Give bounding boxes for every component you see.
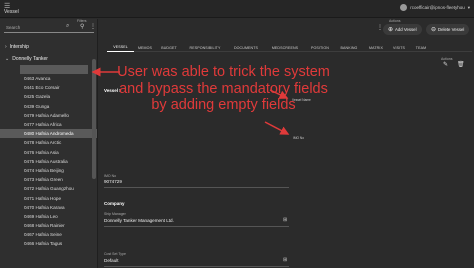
user-name: rcoefficair@ipnos-fleetyhou — [410, 5, 465, 10]
chevron-down-icon: ▾ — [467, 4, 470, 10]
tab-memos[interactable]: MEMOS — [134, 43, 156, 52]
ship-manager-underline — [104, 226, 289, 227]
vessel-tree: › Intership ⌄ Donnelly Tanker 0463 Avanc… — [0, 41, 97, 249]
tree-item[interactable]: 0475 Hafnia Australia — [0, 157, 97, 166]
tree-item[interactable]: 0441 Eco Corsair — [0, 83, 97, 92]
tree-item[interactable]: 0471 Hafnia Hope — [0, 193, 97, 202]
tree-item[interactable]: 0439 Gunga — [0, 102, 97, 111]
tree-item[interactable]: 0467 Hafnia Seine — [0, 230, 97, 239]
tab-banking[interactable]: BANKING — [334, 43, 364, 52]
cost-set-field[interactable]: Default — [104, 258, 119, 263]
ship-manager-field[interactable]: Donnelly Tanker Management Ltd. — [104, 218, 174, 223]
chevron-down-icon: ⌄ — [5, 56, 10, 62]
tab-medscreens[interactable]: MEDSCREENS — [264, 43, 306, 52]
vessel-detail-panel: Actions ⋮ ⊕ Add Vessel ⊖ Delete Vessel V… — [99, 19, 474, 268]
minus-icon: ⊖ — [431, 27, 437, 33]
search-label: Search — [6, 25, 21, 30]
edit-icon[interactable]: ✎ — [443, 61, 448, 68]
search-input[interactable]: Search ⌕ Filters ⚲ ⋮ — [4, 19, 96, 33]
tab-bar: VESSEL MEMOS BUDGET RESPONSIBILITY DOCUMENTS… — [107, 43, 472, 52]
tree-item[interactable]: 0479 Hafnia Adamello — [0, 111, 97, 120]
imo-underline — [104, 187, 289, 188]
add-vessel-label: Add Vessel — [395, 27, 417, 32]
annotation-text: User was able to trick the system and by… — [117, 64, 330, 113]
app-title: Vessel — [4, 9, 19, 15]
tree-group-donnelly-tanker[interactable]: ⌄ Donnelly Tanker — [0, 53, 97, 65]
tree-item[interactable]: 0473 Hafnia Green — [0, 175, 97, 184]
tree-item[interactable]: 0468 Hafnia Rainier — [0, 221, 97, 230]
user-menu[interactable]: rcoefficair@ipnos-fleetyhou ▾ — [400, 4, 470, 11]
tree-item[interactable]: 0474 Hafnia Beijing — [0, 166, 97, 175]
more-options-icon[interactable]: ⋮ — [90, 23, 96, 30]
filter-search-icon[interactable]: ⚲ — [80, 23, 84, 30]
cost-set-label: Cost Set Type — [104, 252, 126, 256]
chevron-right-icon: › — [5, 44, 7, 50]
tree-item[interactable]: 0466 Hafnia Tagus — [0, 239, 97, 248]
actions-label: Actions — [389, 19, 401, 23]
tree-item[interactable]: 0480 Hafnia Andromeda — [0, 129, 97, 139]
tree-item-empty[interactable] — [20, 65, 88, 74]
imo-note: IMO No — [293, 136, 304, 140]
tree-group-label: Intership — [9, 44, 29, 50]
tree-group-intership[interactable]: › Intership — [0, 41, 97, 53]
ship-manager-label: Ship Manager — [104, 212, 126, 216]
tab-budget[interactable]: BUDGET — [156, 43, 182, 52]
tree-item[interactable]: 0477 Hafnia Africa — [0, 120, 97, 129]
tab-position[interactable]: POSITION — [306, 43, 334, 52]
delete-vessel-label: Delete Vessel — [438, 27, 465, 32]
tab-team[interactable]: TEAM — [410, 43, 432, 52]
lookup-icon[interactable]: ⊞ — [283, 257, 287, 263]
scrollbar[interactable] — [92, 59, 96, 179]
imo-field[interactable]: 9074729 — [104, 179, 122, 184]
search-icon[interactable]: ⌕ — [66, 23, 69, 30]
tree-group-label: Donnelly Tanker — [12, 56, 48, 62]
tree-item[interactable]: 0476 Hafnia Asia — [0, 148, 97, 157]
tree-item[interactable]: 0472 Hafnia Guangzhou — [0, 184, 97, 193]
tab-matrix[interactable]: MATRIX — [364, 43, 388, 52]
tree-item[interactable]: 0463 Avanca — [0, 74, 97, 83]
tree-item[interactable]: 0478 Hafnia Arctic — [0, 138, 97, 147]
tree-item[interactable]: 0469 Hafnia Leo — [0, 212, 97, 221]
vessel-tree-panel: Search ⌕ Filters ⚲ ⋮ › Intership ⌄ Donne… — [0, 19, 98, 268]
trash-icon[interactable]: 🗑 — [457, 61, 465, 68]
avatar — [400, 4, 408, 11]
tab-visits[interactable]: VISITS — [388, 43, 410, 52]
lookup-icon[interactable]: ⊞ — [283, 217, 287, 223]
delete-vessel-button[interactable]: ⊖ Delete Vessel — [426, 24, 470, 35]
top-bar: ☰ Vessel rcoefficair@ipnos-fleetyhou ▾ — [0, 0, 474, 18]
tab-vessel[interactable]: VESSEL — [107, 43, 134, 52]
cost-set-underline — [104, 266, 289, 267]
plus-icon: ⊕ — [388, 27, 394, 33]
tree-item[interactable]: 0425 Gazela — [0, 92, 97, 101]
imo-label: IMO No — [104, 174, 117, 178]
tab-documents[interactable]: DOCUMENTS — [228, 43, 264, 52]
tree-item[interactable]: 0470 Hafnia Karava — [0, 203, 97, 212]
company-section-title: Company — [104, 201, 125, 206]
add-vessel-button[interactable]: ⊕ Add Vessel — [383, 24, 422, 35]
tab-responsibility[interactable]: RESPONSIBILITY — [182, 43, 228, 52]
